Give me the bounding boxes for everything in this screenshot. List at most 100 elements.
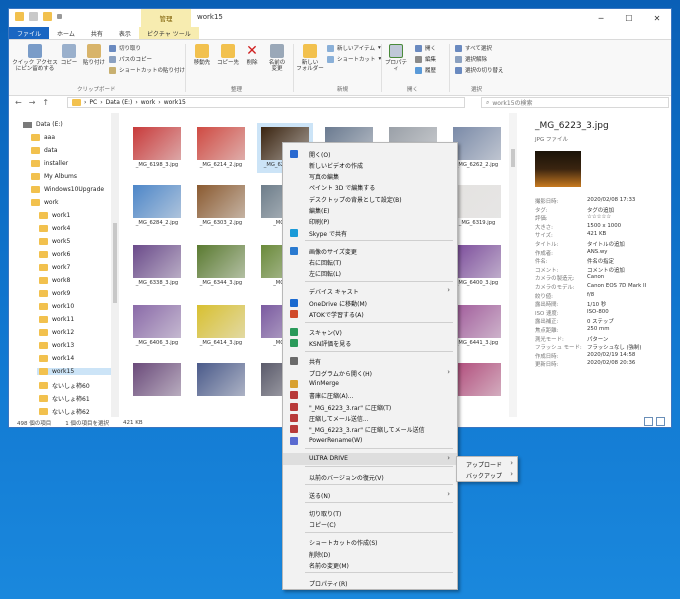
details-value[interactable]: 2020/02/19 14:58: [587, 352, 635, 360]
nav-item-naisho60[interactable]: ないしょ柿60: [39, 381, 90, 390]
new-folder-button[interactable]: 新しい フォルダー: [296, 44, 324, 73]
move-to-button[interactable]: 移動先: [191, 44, 213, 66]
details-value[interactable]: 2020/02/08 20:36: [587, 360, 635, 368]
cut-button[interactable]: 切り取り: [109, 44, 141, 52]
menu-item-send-to[interactable]: 送る(N) ›: [283, 489, 457, 501]
details-value[interactable]: ISO-800: [587, 309, 609, 317]
nav-item-work7[interactable]: work7: [39, 264, 70, 271]
search-box[interactable]: ⌕ work15の検索: [481, 97, 669, 108]
menu-item-compress-rar-email[interactable]: "_MG_6223_3.rar" に圧縮してメール送信: [283, 423, 457, 435]
new-item-button[interactable]: 新しいアイテム ▾: [327, 44, 381, 52]
properties-icon[interactable]: [29, 12, 38, 21]
details-value[interactable]: フラッシュなし (強制): [587, 343, 641, 351]
tab-share[interactable]: 共有: [83, 27, 111, 39]
rename-button[interactable]: 名前の 変更: [265, 44, 289, 73]
address-bar[interactable]: › PC › Data (E:) › work › work15: [67, 97, 465, 108]
tab-file[interactable]: ファイル: [9, 27, 50, 39]
thumbnail-item[interactable]: _MG_6406_3.jpg: [129, 301, 185, 351]
nav-item-work13[interactable]: work13: [39, 342, 74, 349]
history-button[interactable]: 履歴: [415, 66, 436, 74]
submenu-item-backup[interactable]: バックアップ ›: [457, 469, 517, 481]
shortcut-button[interactable]: ショートカット ▾: [327, 55, 381, 63]
nav-item-data-drive[interactable]: Data (E:): [23, 121, 63, 128]
copy-button[interactable]: コピー: [59, 44, 79, 66]
nav-item-work1[interactable]: work1: [39, 212, 70, 219]
menu-item-create-shortcut[interactable]: ショートカットの作成(S): [283, 536, 457, 548]
nav-item-work11[interactable]: work11: [39, 316, 74, 323]
select-none-button[interactable]: 選択解除: [455, 55, 487, 63]
forward-button[interactable]: →: [29, 98, 36, 107]
details-value[interactable]: タグの追加: [587, 206, 614, 214]
nav-item-work15[interactable]: work15: [37, 368, 111, 375]
thumbnail-item[interactable]: _MG_6198_3.jpg: [129, 123, 185, 173]
properties-button[interactable]: プロパティ: [383, 44, 409, 73]
menu-item-print[interactable]: 印刷(P): [283, 215, 457, 227]
nav-item-work8[interactable]: work8: [39, 277, 70, 284]
nav-item-windows10upgrade[interactable]: Windows10Upgrade: [31, 186, 104, 193]
maximize-button[interactable]: ☐: [615, 9, 643, 27]
details-value[interactable]: f/8: [587, 292, 594, 300]
new-folder-icon[interactable]: [43, 12, 52, 21]
menu-item-share[interactable]: 共有: [283, 355, 457, 367]
edit-button[interactable]: 編集: [415, 55, 436, 63]
thumbnail-item[interactable]: _MG_6284_2.jpg: [129, 181, 185, 231]
chevron-down-icon[interactable]: [57, 14, 62, 19]
menu-item-properties[interactable]: プロパティ(R): [283, 577, 457, 589]
thumbnail-item[interactable]: _MG_6338_3.jpg: [129, 241, 185, 291]
tab-picture-tools[interactable]: ピクチャ ツール: [138, 27, 199, 39]
nav-scrollbar[interactable]: [111, 113, 119, 417]
nav-item-work12[interactable]: work12: [39, 329, 74, 336]
menu-item-powerrename[interactable]: PowerRename(W): [283, 435, 457, 447]
nav-item-naisho61[interactable]: ないしょ柿61: [39, 394, 90, 403]
menu-item-rename[interactable]: 名前の変更(M): [283, 559, 457, 571]
nav-item-work9[interactable]: work9: [39, 290, 70, 297]
large-icons-view-icon[interactable]: [656, 417, 665, 426]
up-button[interactable]: ↑: [42, 98, 49, 107]
thumbnail-item[interactable]: _MG_6414_3.jpg: [193, 301, 249, 351]
copy-path-button[interactable]: パスのコピー: [109, 55, 152, 63]
details-value[interactable]: Canon: [587, 274, 604, 282]
menu-item-restore-previous-version[interactable]: 以前のバージョンの復元(V): [283, 471, 457, 483]
thumbnail-item[interactable]: [193, 359, 249, 409]
thumbnail-item[interactable]: _MG_6303_2.jpg: [193, 181, 249, 231]
details-value[interactable]: 421 KB: [587, 231, 606, 239]
menu-item-paint3d-edit[interactable]: ペイント 3D で編集する: [283, 181, 457, 193]
menu-item-copy[interactable]: コピー(C): [283, 518, 457, 530]
details-view-icon[interactable]: [644, 417, 653, 426]
paste-button[interactable]: 貼り付け: [83, 44, 105, 66]
thumbnail-item[interactable]: [129, 359, 185, 409]
details-value[interactable]: 1/10 秒: [587, 300, 606, 308]
menu-item-ultra-drive[interactable]: ULTRA DRIVE ›: [283, 453, 457, 465]
nav-item-work4[interactable]: work4: [39, 225, 70, 232]
details-value[interactable]: ANS.wy: [587, 249, 607, 257]
menu-item-atok-learn[interactable]: ATOKで学習する(A): [283, 308, 457, 320]
details-value[interactable]: 0 ステップ: [587, 317, 614, 325]
back-button[interactable]: ←: [15, 98, 22, 107]
breadcrumb-pc[interactable]: PC: [89, 99, 97, 106]
minimize-button[interactable]: ─: [587, 9, 615, 27]
nav-item-work[interactable]: work: [31, 199, 59, 206]
nav-item-my-albums[interactable]: My Albums: [31, 173, 77, 180]
nav-item-installer[interactable]: installer: [31, 160, 68, 167]
pin-quick-access-button[interactable]: クイック アクセス にピン留めする: [12, 44, 58, 73]
details-value[interactable]: パターン: [587, 335, 608, 343]
menu-item-rotate-left[interactable]: 左に回転(L): [283, 267, 457, 279]
copy-to-button[interactable]: コピー先: [217, 44, 239, 66]
menu-item-compress-archive[interactable]: 書庫に圧縮(A)...: [283, 389, 457, 401]
nav-item-work6[interactable]: work6: [39, 251, 70, 258]
details-value[interactable]: ☆☆☆☆☆: [587, 214, 611, 222]
nav-scrollbar-thumb[interactable]: [113, 223, 117, 303]
nav-item-work5[interactable]: work5: [39, 238, 70, 245]
open-button[interactable]: 開く: [415, 44, 436, 52]
nav-item-naisho62[interactable]: ないしょ柿62: [39, 407, 90, 416]
breadcrumb-work15[interactable]: work15: [164, 99, 186, 106]
details-value[interactable]: Canon EOS 7D Mark II: [587, 283, 646, 291]
details-value[interactable]: 250 mm: [587, 326, 610, 334]
context-tab-manage[interactable]: 管理: [141, 9, 191, 27]
file-view-scrollbar[interactable]: [509, 113, 517, 417]
file-view-scrollbar-thumb[interactable]: [511, 149, 515, 167]
paste-shortcut-button[interactable]: ショートカットの貼り付け: [109, 66, 185, 74]
thumbnail-item[interactable]: _MG_6214_2.jpg: [193, 123, 249, 173]
details-value[interactable]: 2020/02/08 17:33: [587, 197, 635, 205]
breadcrumb-work[interactable]: work: [141, 99, 156, 106]
